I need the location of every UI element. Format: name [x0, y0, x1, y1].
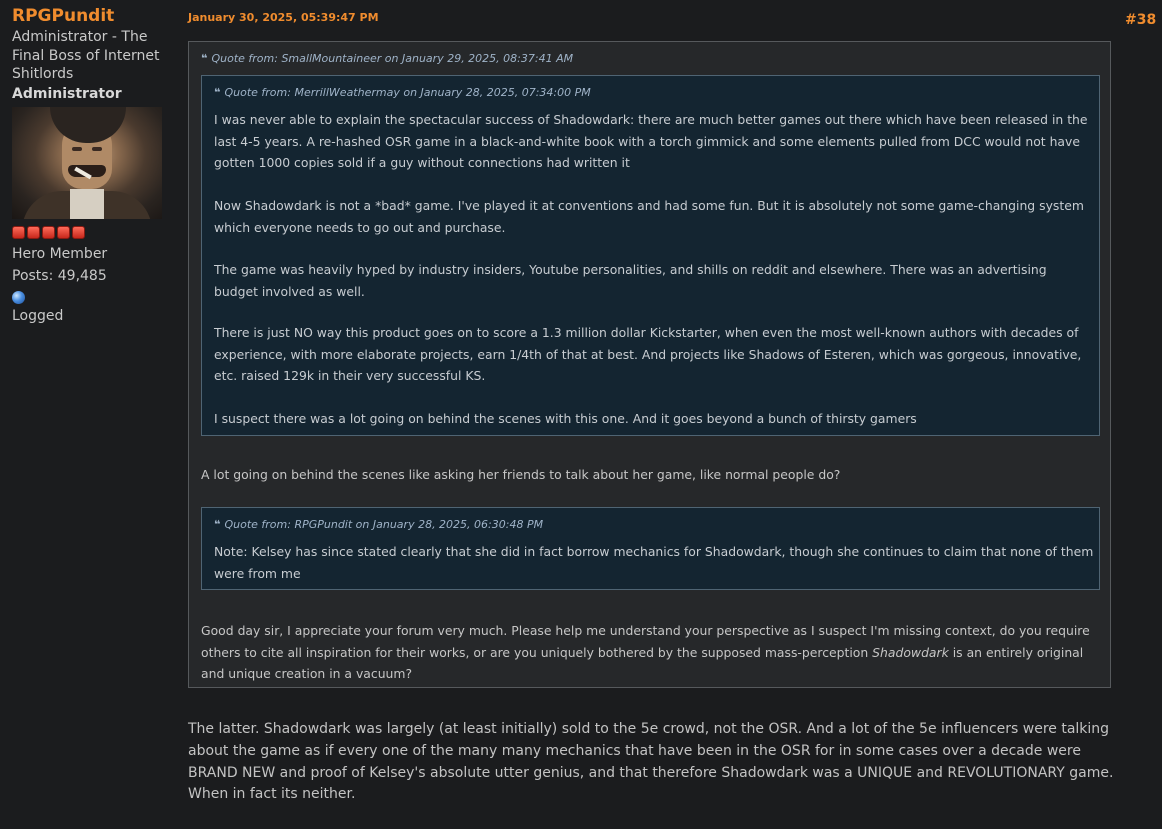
quote-body-text: A lot going on behind the scenes like as… — [201, 467, 841, 482]
quote-paragraph: There is just NO way this product goes o… — [214, 325, 1082, 383]
nested-quote-header[interactable]: ❝ Quote from: RPGPundit on January 28, 20… — [214, 518, 543, 531]
quote-icon: ❝ — [214, 86, 221, 99]
quote-block: ❝ Quote from: SmallMountaineer on January… — [188, 41, 1111, 688]
quote-body-text: Good day sir, I appreciate your forum ve… — [201, 620, 1101, 685]
star-icon — [27, 225, 40, 239]
post-number-link[interactable]: #38 — [1125, 12, 1156, 28]
avatar-hair — [50, 106, 126, 143]
poster-rank: Hero Member — [12, 245, 108, 262]
quote-header[interactable]: ❝ Quote from: SmallMountaineer on January… — [201, 52, 573, 65]
avatar-eye — [92, 146, 102, 151]
quote-header-text: Quote from: MerrillWeathermay on January… — [224, 86, 591, 99]
star-icon — [72, 225, 85, 239]
nested-quote-block: ❝ Quote from: RPGPundit on January 28, 20… — [201, 507, 1100, 590]
poster-name-link[interactable]: RPGPundit — [12, 5, 172, 27]
quote-paragraph: The game was heavily hyped by industry i… — [214, 262, 1047, 299]
star-icon — [42, 225, 55, 239]
post-date-link[interactable]: January 30, 2025, 05:39:47 PM — [188, 11, 379, 24]
quote-icon: ❝ — [214, 518, 221, 531]
poster-profile: RPGPundit Administrator - The Final Boss… — [12, 5, 172, 326]
quote-header-text: Quote from: RPGPundit on January 28, 202… — [224, 518, 544, 531]
avatar[interactable] — [12, 106, 162, 219]
quote-body-emphasis: Shadowdark — [872, 644, 949, 660]
post-reply-text: The latter. Shadowdark was largely (at l… — [188, 721, 1114, 803]
quote-icon: ❝ — [201, 52, 208, 65]
avatar-eye — [72, 146, 82, 151]
poster-logged-status: Logged — [12, 307, 64, 324]
star-icon — [12, 225, 25, 239]
quote-paragraph: Now Shadowdark is not a *bad* game. I've… — [214, 198, 1084, 235]
quote-paragraph: Note: Kelsey has since stated clearly th… — [214, 544, 1094, 581]
nested-quote-header[interactable]: ❝ Quote from: MerrillWeathermay on Januar… — [214, 86, 591, 99]
quote-header-text: Quote from: SmallMountaineer on January … — [211, 52, 574, 65]
poster-post-count: Posts: 49,485 — [12, 267, 107, 284]
poster-membergroup: Administrator — [12, 85, 122, 102]
nested-quote-block: ❝ Quote from: MerrillWeathermay on Januar… — [201, 75, 1100, 436]
avatar-shirt — [70, 188, 104, 219]
quote-paragraph: I was never able to explain the spectacu… — [214, 112, 1088, 170]
poster-custom-title: Administrator - The Final Boss of Intern… — [12, 29, 160, 82]
quote-paragraph: I suspect there was a lot going on behin… — [214, 411, 917, 426]
rank-stars — [12, 225, 172, 239]
star-icon — [57, 225, 70, 239]
globe-icon[interactable] — [12, 290, 25, 304]
